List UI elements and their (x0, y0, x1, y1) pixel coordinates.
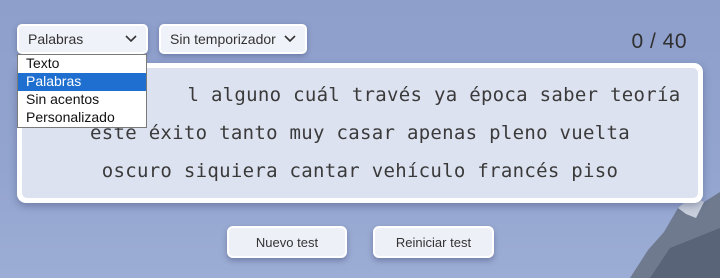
new-test-button[interactable]: Nuevo test (227, 226, 347, 258)
chevron-down-icon (125, 35, 137, 43)
timer-select-value: Sin temporizador (170, 31, 276, 47)
mode-dropdown-list: Texto Palabras Sin acentos Personalizado (17, 54, 147, 128)
restart-test-button[interactable]: Reiniciar test (373, 226, 494, 258)
word-counter: 0 / 40 (631, 30, 687, 53)
mode-option-personalizado[interactable]: Personalizado (18, 109, 146, 127)
mode-select-value: Palabras (28, 31, 84, 47)
mode-select[interactable]: Palabras (17, 24, 148, 54)
text-line: este éxito tanto muy casar apenas pleno … (90, 122, 630, 144)
timer-select[interactable]: Sin temporizador (159, 24, 307, 54)
mode-option-palabras[interactable]: Palabras (18, 73, 146, 91)
mode-option-sin-acentos[interactable]: Sin acentos (18, 91, 146, 109)
chevron-down-icon (284, 35, 296, 43)
mode-option-texto[interactable]: Texto (18, 55, 146, 73)
text-line: oscuro siquiera cantar vehículo francés … (101, 160, 619, 182)
